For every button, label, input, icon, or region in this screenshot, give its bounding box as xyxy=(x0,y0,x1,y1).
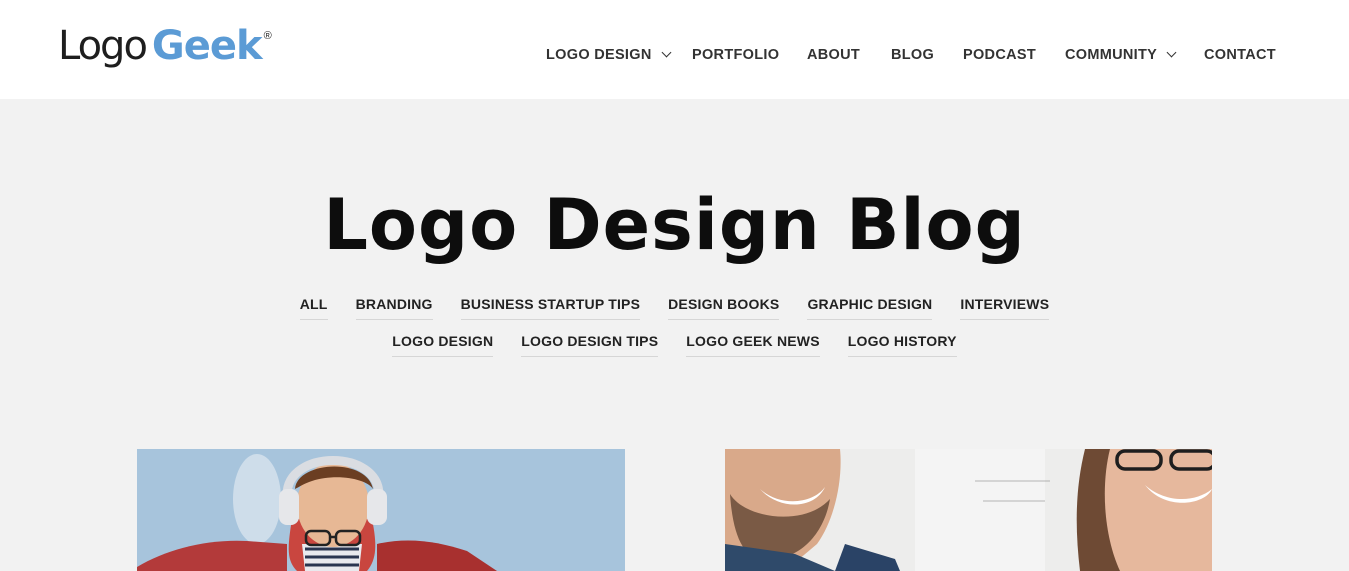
category-design-books[interactable]: DESIGN BOOKS xyxy=(668,296,780,320)
nav-item-label: CONTACT xyxy=(1204,47,1276,63)
logo-text-geek: Geek xyxy=(151,23,263,69)
nav-item-label: COMMUNITY xyxy=(1065,47,1158,63)
category-graphic-design[interactable]: GRAPHIC DESIGN xyxy=(807,296,933,320)
nav-item-label: PODCAST xyxy=(963,47,1036,63)
category-filter-row: ALL BRANDING BUSINESS STARTUP TIPS DESIG… xyxy=(0,296,1349,320)
site-header: Logo Geek ® LOGO DESIGN PORTFOLIO ABOUT … xyxy=(0,0,1349,99)
nav-item-blog[interactable]: BLOG xyxy=(891,44,934,66)
nav-item-logo-design[interactable]: LOGO DESIGN xyxy=(546,44,672,66)
chevron-down-icon[interactable] xyxy=(1166,47,1177,57)
man-with-headphones-illustration xyxy=(137,449,625,571)
nav-item-label: ABOUT xyxy=(807,47,861,63)
category-all[interactable]: ALL xyxy=(299,296,328,320)
category-business-startup-tips[interactable]: BUSINESS STARTUP TIPS xyxy=(460,296,641,320)
nav-item-community[interactable]: COMMUNITY xyxy=(1065,44,1177,66)
nav-item-contact[interactable]: CONTACT xyxy=(1204,44,1276,66)
logo-text-logo: Logo xyxy=(58,23,148,69)
page-title: Logo Design Blog xyxy=(323,184,1026,266)
nav-item-label: LOGO DESIGN xyxy=(546,47,652,63)
category-logo-design[interactable]: LOGO DESIGN xyxy=(392,333,494,357)
category-branding[interactable]: BRANDING xyxy=(355,296,433,320)
category-logo-history[interactable]: LOGO HISTORY xyxy=(847,333,957,357)
post-thumbnail-smiling-man-and-woman[interactable] xyxy=(725,449,1212,571)
nav-item-podcast[interactable]: PODCAST xyxy=(963,44,1036,66)
chevron-down-icon[interactable] xyxy=(661,47,672,57)
site-logo[interactable]: Logo Geek ® xyxy=(58,22,272,78)
category-interviews[interactable]: INTERVIEWS xyxy=(960,296,1050,320)
registered-mark: ® xyxy=(263,30,272,42)
smiling-people-illustration xyxy=(725,449,1212,571)
nav-item-portfolio[interactable]: PORTFOLIO xyxy=(692,44,779,66)
category-logo-geek-news[interactable]: LOGO GEEK NEWS xyxy=(686,333,820,357)
nav-item-about[interactable]: ABOUT xyxy=(807,44,860,66)
category-filter-row: LOGO DESIGN LOGO DESIGN TIPS LOGO GEEK N… xyxy=(0,333,1349,357)
category-logo-design-tips[interactable]: LOGO DESIGN TIPS xyxy=(521,333,659,357)
nav-item-label: PORTFOLIO xyxy=(692,47,780,63)
nav-item-label: BLOG xyxy=(891,47,935,63)
post-thumbnail-man-with-headphones[interactable] xyxy=(137,449,625,571)
